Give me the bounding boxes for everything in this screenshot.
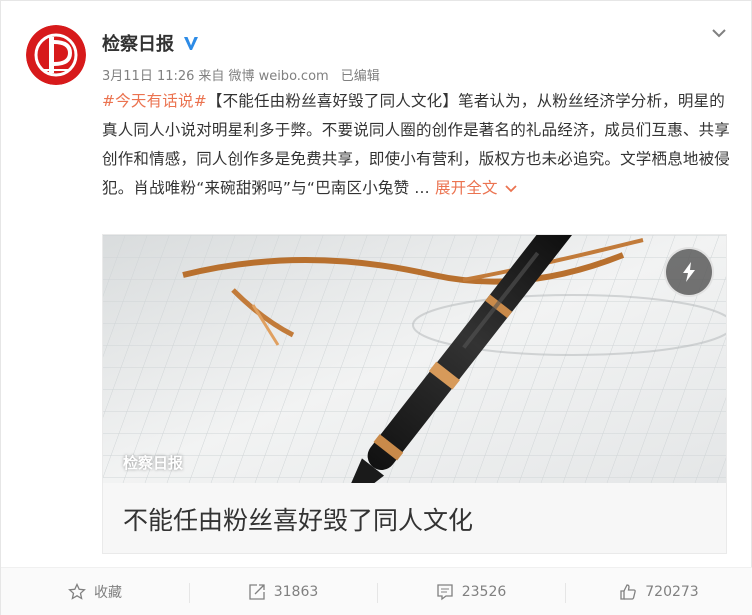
pen-and-glasses-image xyxy=(103,235,726,483)
repost-button[interactable]: 31863 xyxy=(189,568,377,615)
star-icon xyxy=(68,583,86,600)
lightning-icon xyxy=(683,262,695,282)
share-icon xyxy=(249,584,265,600)
comment-icon xyxy=(437,584,453,601)
post-meta: 3月11日 11:26 来自 微博 weibo.com 已编辑 xyxy=(102,65,380,84)
article-card[interactable]: 检察日报 不能任由粉丝喜好毁了同人文化 xyxy=(102,234,727,554)
post-source[interactable]: 微博 weibo.com xyxy=(228,65,328,84)
post-date[interactable]: 3月11日 11:26 xyxy=(102,65,194,84)
action-bar: 收藏 31863 23526 720273 xyxy=(1,567,752,615)
edited-label[interactable]: 已编辑 xyxy=(341,65,380,84)
author-name[interactable]: 检察日报 xyxy=(102,30,174,56)
article-cover-image[interactable]: 检察日报 xyxy=(103,235,726,483)
weibo-post-card: 检察日报 3月11日 11:26 来自 微博 weibo.com 已编辑 #今天… xyxy=(0,0,752,615)
chevron-down-icon[interactable] xyxy=(709,23,729,43)
post-content: #今天有话说#【不能任由粉丝喜好毁了同人文化】笔者认为，从粉丝经济学分析，明星的… xyxy=(102,87,732,203)
comment-button[interactable]: 23526 xyxy=(377,568,565,615)
topic-link[interactable]: #今天有话说# xyxy=(102,92,207,110)
article-source-label: 检察日报 xyxy=(123,454,184,472)
procuratorate-logo-icon xyxy=(26,25,86,85)
author-avatar[interactable] xyxy=(26,25,86,85)
comment-count: 23526 xyxy=(461,584,507,600)
thumbs-up-icon xyxy=(620,584,637,600)
source-prefix: 来自 xyxy=(198,69,225,84)
repost-count: 31863 xyxy=(273,584,319,600)
play-button[interactable] xyxy=(664,247,714,297)
like-count: 720273 xyxy=(645,584,699,600)
expand-full-text-button[interactable]: 展开全文 xyxy=(435,179,518,197)
like-button[interactable]: 720273 xyxy=(565,568,752,615)
expand-label: 展开全文 xyxy=(434,179,498,197)
favorite-label: 收藏 xyxy=(94,585,122,601)
verified-v-icon xyxy=(184,37,198,50)
favorite-button[interactable]: 收藏 xyxy=(1,568,189,615)
chevron-down-icon xyxy=(505,184,517,192)
article-title[interactable]: 不能任由粉丝喜好毁了同人文化 xyxy=(123,501,473,537)
